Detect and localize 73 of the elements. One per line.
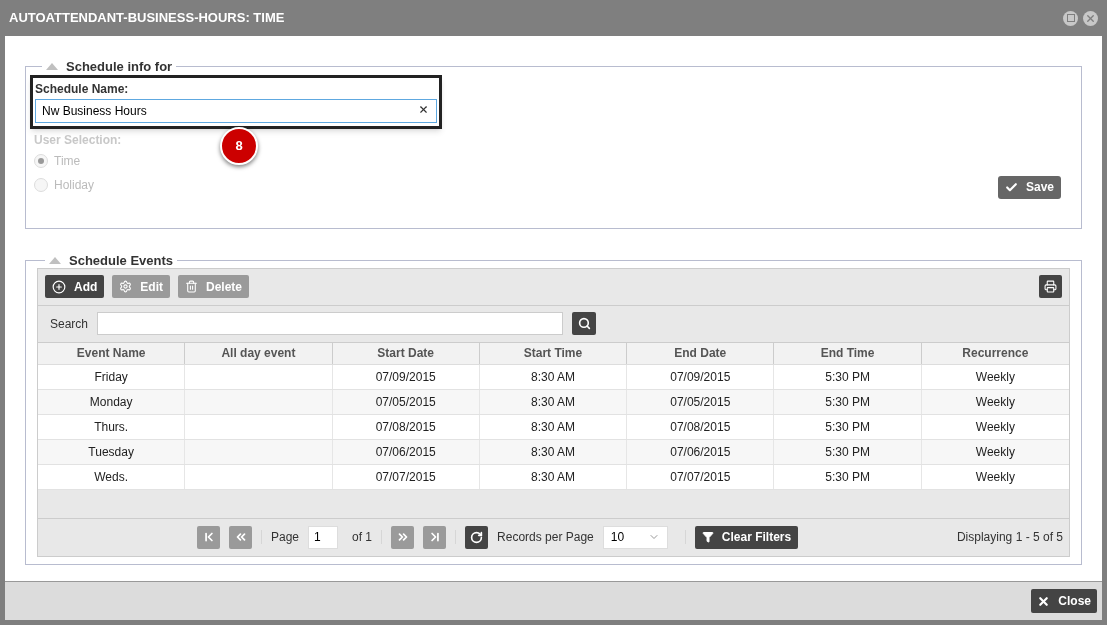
field-label: Schedule Name: — [35, 80, 130, 98]
table-cell-text: Weekly — [975, 418, 1015, 436]
table-cell-text: 07/09/2015 — [375, 368, 436, 386]
table-cell-text: Monday — [89, 393, 133, 411]
page-number-field[interactable]: 1 — [308, 525, 339, 549]
table-cell-text: 07/09/2015 — [670, 368, 731, 386]
table-cell-text: Thurs. — [94, 418, 129, 436]
table-cell-text: 07/07/2015 — [375, 468, 436, 486]
trash-icon — [185, 280, 198, 293]
collapse-triangle-icon[interactable] — [46, 63, 58, 71]
section-title: Schedule info for — [66, 58, 173, 76]
search-button[interactable] — [572, 312, 597, 335]
refresh-button[interactable] — [465, 525, 489, 549]
section-title: Schedule Events — [69, 252, 174, 270]
column-header[interactable]: Event Name — [38, 342, 186, 364]
plus-circle-icon — [52, 279, 66, 294]
column-header[interactable]: Start Time — [479, 342, 628, 364]
table-cell-text: 8:30 AM — [530, 443, 575, 461]
table-cell-text: 5:30 PM — [825, 443, 870, 461]
table-cell-text: 07/07/2015 — [670, 468, 731, 486]
window-title: AUTOATTENDANT-BUSINESS-HOURS: TIME — [9, 9, 285, 28]
printer-icon — [1044, 280, 1057, 293]
displaying-count: Displaying 1 - 5 of 5 — [956, 529, 1063, 546]
table-cell-text: 07/05/2015 — [375, 393, 436, 411]
table-cell-text: 07/06/2015 — [670, 443, 731, 461]
search-field[interactable] — [97, 312, 564, 335]
radio-label: Time — [54, 152, 81, 170]
print-button[interactable] — [1039, 275, 1062, 298]
table-cell-text: 07/06/2015 — [375, 443, 436, 461]
table-cell-text: Weekly — [975, 368, 1015, 386]
schedule-name-field[interactable]: Nw Business Hours — [35, 98, 437, 123]
table-cell-text: 8:30 AM — [530, 468, 575, 486]
table-cell-text: 8:30 AM — [530, 368, 575, 386]
x-icon — [1037, 594, 1051, 608]
table-cell-text: 8:30 AM — [530, 418, 575, 436]
column-header[interactable]: End Date — [627, 342, 775, 364]
step-badge: 8 — [220, 126, 258, 165]
filter-icon — [701, 531, 714, 543]
column-header[interactable]: All day event — [185, 342, 333, 364]
table-cell-text: 07/05/2015 — [670, 393, 731, 411]
page-label: Page — [271, 529, 300, 546]
add-button[interactable]: Add — [45, 275, 105, 298]
search-label: Search — [50, 315, 89, 333]
restore-icon[interactable] — [1063, 10, 1078, 26]
table-cell-text: Tuesday — [88, 443, 134, 461]
table-cell-text: Friday — [94, 368, 128, 386]
clear-filters-button[interactable]: Clear Filters — [694, 525, 799, 549]
records-per-page-dropdown[interactable]: 10 — [602, 525, 668, 549]
table-cell-text: Weekly — [975, 443, 1015, 461]
page-count-label: of 1 — [352, 529, 373, 546]
table-cell-text: 5:30 PM — [825, 368, 870, 386]
table-cell-text: 5:30 PM — [825, 393, 870, 411]
table-cell-text: Weds. — [94, 468, 129, 486]
records-per-page-label: Records per Page — [497, 529, 594, 546]
refresh-icon — [470, 530, 484, 544]
checkmark-icon — [1004, 180, 1018, 194]
column-header[interactable]: End Time — [774, 342, 922, 364]
table-cell-text: 5:30 PM — [825, 468, 870, 486]
table-cell-text: 07/08/2015 — [375, 418, 436, 436]
table-cell-text: Weekly — [975, 393, 1015, 411]
table-cell-text: Weekly — [975, 468, 1015, 486]
table-cell-text: 07/08/2015 — [670, 418, 731, 436]
table-cell-text: 5:30 PM — [825, 418, 870, 436]
column-header[interactable]: Start Date — [332, 342, 480, 364]
clear-icon[interactable] — [418, 103, 429, 115]
table-cell-text: 8:30 AM — [530, 393, 575, 411]
close-button[interactable]: Close — [1031, 589, 1097, 613]
column-header[interactable]: Recurrence — [921, 342, 1069, 364]
save-button[interactable]: Save — [997, 175, 1061, 199]
close-icon[interactable] — [1083, 10, 1098, 26]
gear-icon — [119, 280, 133, 293]
search-icon — [577, 317, 591, 330]
radio-label: Holiday — [54, 176, 95, 194]
